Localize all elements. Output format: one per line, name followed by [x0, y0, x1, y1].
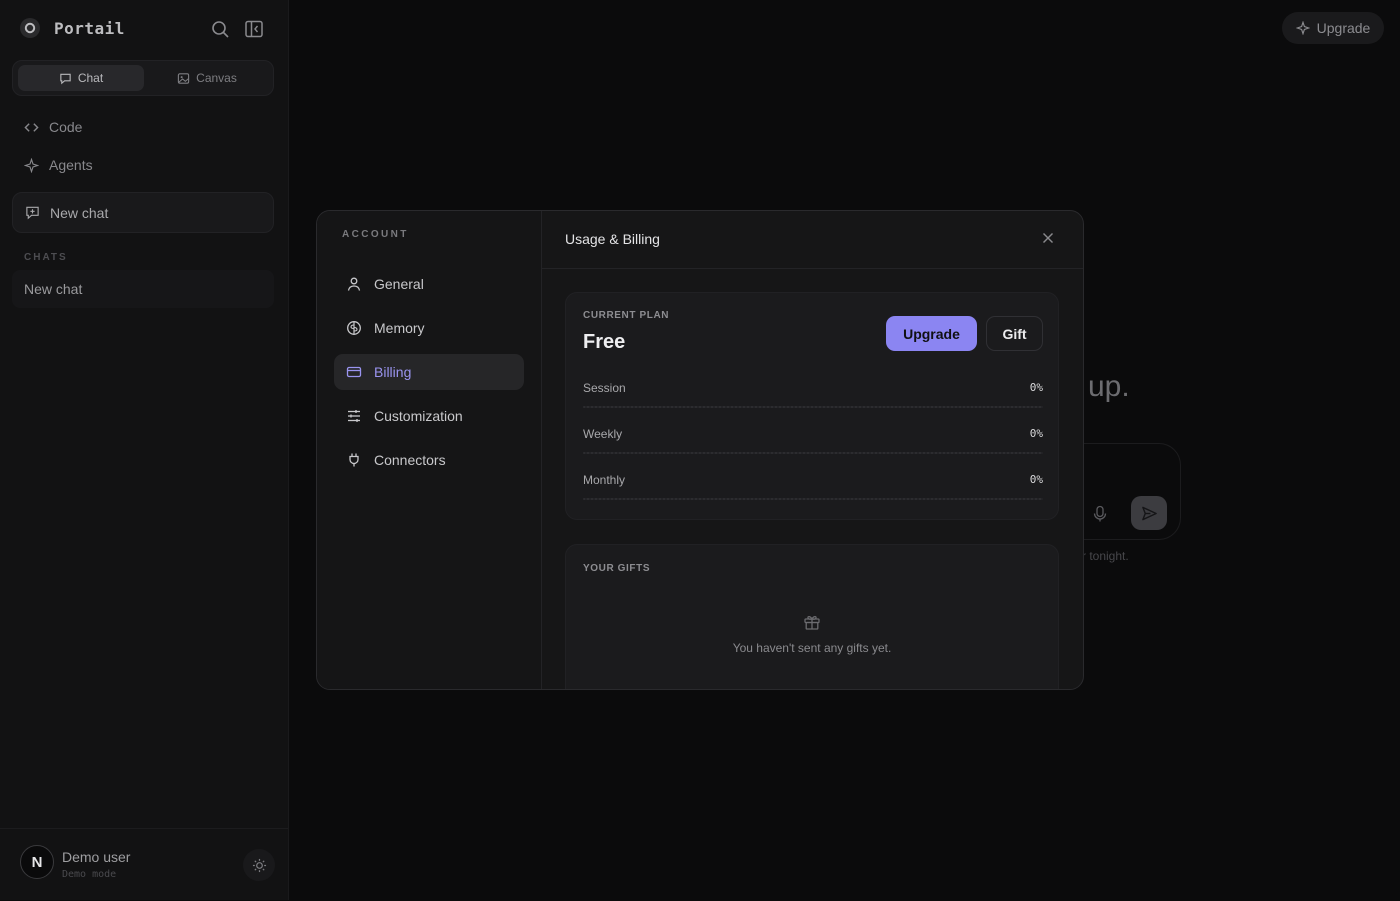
gifts-label: YOUR GIFTS [583, 563, 651, 574]
gifts-card: YOUR GIFTS You haven't sent any gifts ye… [565, 544, 1059, 689]
sidebar: Portail Chat Canvas Code Agents New chat… [0, 0, 289, 900]
sun-icon [252, 858, 267, 873]
hero-heading: up. [1088, 370, 1130, 403]
usage-label: Monthly [583, 473, 626, 487]
user-name: Demo user [62, 849, 131, 865]
code-icon [24, 120, 39, 135]
sidebar-item-agents-label: Agents [49, 157, 93, 173]
current-plan-label: CURRENT PLAN [583, 310, 670, 321]
sparkle-icon [1295, 21, 1310, 35]
settings-nav-connectors[interactable]: Connectors [334, 442, 524, 478]
usage-bar [583, 498, 1043, 500]
modal-title: Usage & Billing [565, 231, 660, 247]
composer-hint: r tonight. [1082, 549, 1129, 563]
usage-label: Session [583, 381, 626, 395]
settings-nav-memory-label: Memory [374, 320, 425, 336]
new-chat-button[interactable]: New chat [12, 192, 274, 233]
brain-icon [346, 320, 362, 336]
usage-value: 0% [1029, 473, 1043, 486]
tab-canvas[interactable]: Canvas [144, 65, 270, 91]
usage-row-session: Session 0% [583, 381, 1043, 415]
chat-bubble-icon [59, 72, 72, 85]
send-button[interactable] [1131, 496, 1167, 530]
usage-row-monthly: Monthly 0% [583, 473, 1043, 507]
user-icon [346, 276, 362, 292]
settings-nav-billing-label: Billing [374, 364, 412, 380]
settings-nav-memory[interactable]: Memory [334, 310, 524, 346]
usage-value: 0% [1029, 427, 1043, 440]
brand[interactable]: Portail [20, 18, 125, 38]
top-upgrade-label: Upgrade [1316, 20, 1371, 36]
tab-canvas-label: Canvas [196, 71, 237, 85]
sidebar-item-code[interactable]: Code [24, 119, 82, 135]
user-subtitle: Demo mode [62, 869, 117, 880]
settings-nav-general[interactable]: General [334, 266, 524, 302]
sidebar-top-icons [210, 19, 264, 39]
sliders-icon [346, 408, 362, 424]
sidebar-item-agents[interactable]: Agents [24, 157, 93, 173]
settings-modal: ACCOUNT General Memory Billing Customiza… [316, 210, 1084, 690]
top-upgrade-button[interactable]: Upgrade [1282, 12, 1384, 44]
credit-card-icon [346, 364, 362, 380]
new-chat-icon [25, 205, 40, 220]
sparkle-icon [24, 157, 39, 173]
search-icon[interactable] [210, 19, 230, 39]
settings-nav-heading: ACCOUNT [342, 229, 409, 240]
usage-row-weekly: Weekly 0% [583, 427, 1043, 461]
theme-toggle-button[interactable] [243, 849, 275, 881]
close-icon[interactable] [1041, 231, 1055, 245]
current-plan-card: CURRENT PLAN Free Upgrade Gift Session 0… [565, 292, 1059, 520]
settings-nav-general-label: General [374, 276, 424, 292]
microphone-icon[interactable] [1092, 505, 1108, 523]
avatar[interactable]: N [20, 845, 54, 879]
settings-nav: ACCOUNT General Memory Billing Customiza… [317, 211, 542, 689]
settings-nav-connectors-label: Connectors [374, 452, 446, 468]
collapse-sidebar-icon[interactable] [244, 19, 264, 39]
usage-value: 0% [1029, 381, 1043, 394]
usage-label: Weekly [583, 427, 623, 441]
settings-content: Usage & Billing CURRENT PLAN Free Upgrad… [541, 211, 1083, 689]
plug-icon [346, 452, 362, 468]
new-chat-label: New chat [50, 204, 109, 221]
settings-nav-billing[interactable]: Billing [334, 354, 524, 390]
usage-bar [583, 452, 1043, 454]
gift-button[interactable]: Gift [986, 316, 1043, 351]
usage-bar [583, 406, 1043, 408]
settings-nav-customization-label: Customization [374, 408, 463, 424]
brand-logo-icon [20, 18, 40, 38]
user-area: N Demo user Demo mode [0, 828, 288, 901]
chat-list-item[interactable]: New chat [12, 270, 274, 308]
modal-header: Usage & Billing [541, 211, 1083, 269]
sidebar-item-code-label: Code [49, 119, 83, 135]
tab-chat[interactable]: Chat [18, 65, 144, 91]
tab-chat-label: Chat [77, 71, 104, 85]
send-icon [1141, 505, 1158, 522]
chats-section-label: CHATS [24, 252, 68, 263]
settings-nav-customization[interactable]: Customization [334, 398, 524, 434]
mode-switch: Chat Canvas [12, 60, 274, 96]
gifts-empty-text: You haven't sent any gifts yet. [732, 641, 892, 655]
plan-name: Free [583, 331, 626, 353]
upgrade-button[interactable]: Upgrade [886, 316, 977, 351]
image-icon [177, 72, 190, 85]
brand-name: Portail [54, 18, 125, 38]
gift-icon [803, 613, 821, 631]
